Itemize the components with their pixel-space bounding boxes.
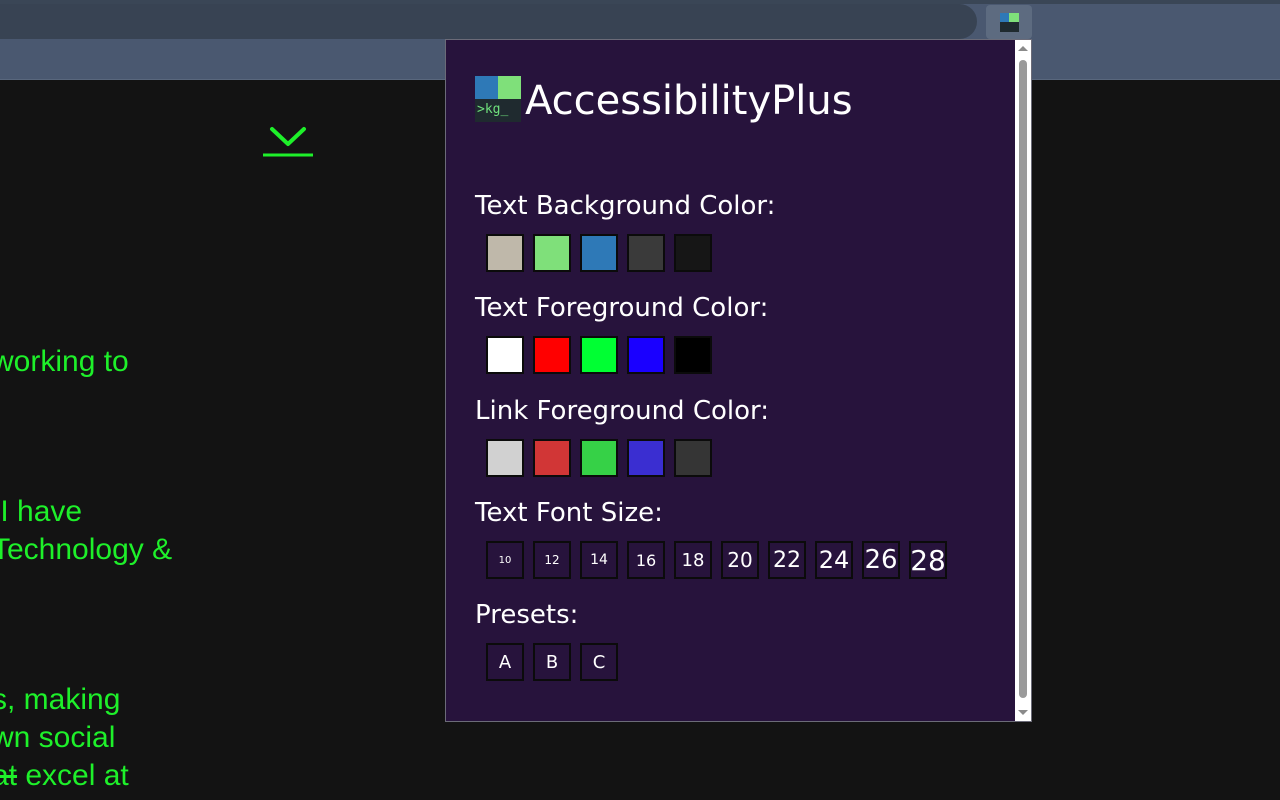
scroll-down-arrow-icon[interactable]	[1018, 710, 1028, 715]
page-text-line: working to	[0, 345, 129, 378]
text-foreground-swatches	[486, 336, 768, 374]
presets-section: Presets: ABC	[475, 599, 627, 681]
font-size-button-26[interactable]: 26	[862, 541, 900, 579]
preset-buttons: ABC	[486, 643, 627, 681]
font-size-button-28[interactable]: 28	[909, 541, 947, 579]
link-foreground-swatch-5[interactable]	[674, 439, 712, 477]
scroll-thumb[interactable]	[1019, 60, 1027, 698]
logo-text: >kg_	[477, 102, 509, 117]
text-background-label: Text Background Color:	[475, 191, 776, 221]
text-foreground-swatch-1[interactable]	[486, 336, 524, 374]
page-text-line: I have	[0, 495, 83, 528]
link-foreground-label: Link Foreground Color:	[475, 396, 769, 426]
popup-scrollbar[interactable]	[1015, 40, 1031, 721]
text-foreground-swatch-3[interactable]	[580, 336, 618, 374]
text-background-swatch-3[interactable]	[580, 234, 618, 272]
font-size-button-18[interactable]: 18	[674, 541, 712, 579]
popup-header: >kg_ AccessibilityPlus	[475, 76, 853, 126]
text-foreground-swatch-5[interactable]	[674, 336, 712, 374]
font-size-button-12[interactable]: 12	[533, 541, 571, 579]
text-foreground-swatch-4[interactable]	[627, 336, 665, 374]
preset-button-a[interactable]: A	[486, 643, 524, 681]
preset-button-b[interactable]: B	[533, 643, 571, 681]
text-foreground-label: Text Foreground Color:	[475, 293, 769, 323]
app-title: AccessibilityPlus	[525, 78, 853, 124]
font-size-button-24[interactable]: 24	[815, 541, 853, 579]
page-text-line: wn social	[0, 721, 116, 754]
font-size-label: Text Font Size:	[475, 498, 663, 528]
text-background-swatches	[486, 234, 775, 272]
page-text-fragment: excel at	[17, 759, 129, 792]
font-size-button-20[interactable]: 20	[721, 541, 759, 579]
text-background-swatch-1[interactable]	[486, 234, 524, 272]
link-foreground-swatch-3[interactable]	[580, 439, 618, 477]
font-size-button-22[interactable]: 22	[768, 541, 806, 579]
link-foreground-swatch-1[interactable]	[486, 439, 524, 477]
struck-text: at	[0, 759, 18, 792]
presets-label: Presets:	[475, 600, 579, 630]
text-foreground-section: Text Foreground Color:	[475, 292, 768, 374]
text-foreground-swatch-2[interactable]	[533, 336, 571, 374]
text-background-swatch-5[interactable]	[674, 234, 712, 272]
scroll-up-arrow-icon[interactable]	[1018, 46, 1028, 51]
page-text-line: Technology &	[0, 533, 173, 566]
extension-popup: >kg_ AccessibilityPlus Text Background C…	[445, 39, 1032, 722]
accessibilityplus-icon	[999, 12, 1019, 32]
download-icon[interactable]	[262, 126, 314, 158]
font-size-buttons: 10 12 14 16 18 20 22 24 26 28	[486, 541, 956, 579]
font-size-button-14[interactable]: 14	[580, 541, 618, 579]
preset-button-c[interactable]: C	[580, 643, 618, 681]
text-background-swatch-2[interactable]	[533, 234, 571, 272]
link-foreground-swatch-2[interactable]	[533, 439, 571, 477]
text-background-swatch-4[interactable]	[627, 234, 665, 272]
link-foreground-swatch-4[interactable]	[627, 439, 665, 477]
address-bar[interactable]	[0, 4, 977, 39]
font-size-button-16[interactable]: 16	[627, 541, 665, 579]
link-foreground-section: Link Foreground Color:	[475, 395, 769, 477]
page-text-line: s, making	[0, 683, 121, 716]
page-text-line: at excel at	[0, 757, 129, 795]
extension-button[interactable]	[986, 5, 1032, 39]
font-size-button-10[interactable]: 10	[486, 541, 524, 579]
app-logo: >kg_	[475, 76, 521, 122]
link-foreground-swatches	[486, 439, 769, 477]
text-background-section: Text Background Color:	[475, 190, 775, 272]
font-size-section: Text Font Size: 10 12 14 16 18 20 22 24 26 28	[475, 497, 956, 579]
